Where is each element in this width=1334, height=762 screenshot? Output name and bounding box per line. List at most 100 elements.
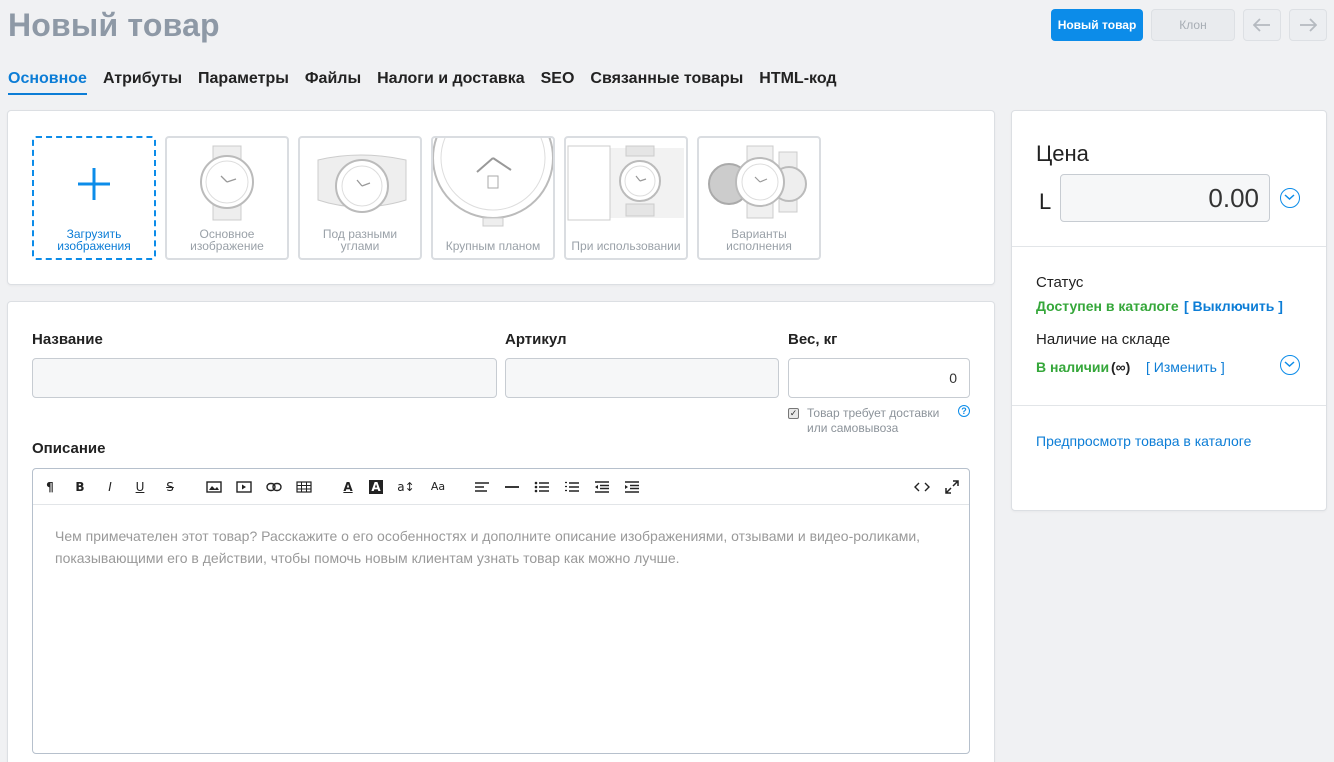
arrow-left-icon bbox=[1253, 18, 1270, 32]
shipping-checkbox[interactable]: ✓ bbox=[788, 408, 799, 419]
price-status-card: Цена L Статус Доступен в каталоге [ Выкл… bbox=[1011, 110, 1327, 511]
plus-icon bbox=[78, 168, 110, 200]
chevron-down-icon bbox=[1284, 194, 1295, 201]
divider bbox=[1012, 246, 1326, 247]
tab-taxes-shipping[interactable]: Налоги и доставка bbox=[377, 70, 525, 95]
font-color-button[interactable]: A bbox=[339, 478, 357, 496]
html-code-button[interactable] bbox=[913, 478, 931, 496]
watch-closeup-icon bbox=[433, 138, 553, 227]
editor-toolbar: ¶ B I U S A A a↕ Aa bbox=[33, 469, 969, 505]
shipping-checkbox-label: Товар требует доставки или самовывоза bbox=[807, 406, 940, 435]
status-value: Доступен в каталоге bbox=[1036, 298, 1179, 314]
tab-files[interactable]: Файлы bbox=[305, 70, 361, 95]
disable-link[interactable]: [ Выключить ] bbox=[1184, 298, 1283, 314]
weight-input[interactable] bbox=[788, 358, 970, 398]
strikethrough-button[interactable]: S bbox=[161, 478, 179, 496]
bullet-list-button[interactable] bbox=[533, 478, 551, 496]
help-icon[interactable]: ? bbox=[958, 405, 970, 417]
paragraph-button[interactable]: ¶ bbox=[41, 478, 59, 496]
divider bbox=[1012, 405, 1326, 406]
description-label: Описание bbox=[32, 440, 106, 457]
stock-value: В наличии bbox=[1036, 359, 1110, 375]
forward-button[interactable] bbox=[1289, 9, 1327, 41]
tab-attributes[interactable]: Атрибуты bbox=[103, 70, 182, 95]
name-label: Название bbox=[32, 331, 103, 348]
price-input[interactable] bbox=[1060, 174, 1270, 222]
image-slot-closeup[interactable]: Крупным планом bbox=[431, 136, 555, 260]
tab-related-products[interactable]: Связанные товары bbox=[590, 70, 743, 95]
tab-seo[interactable]: SEO bbox=[541, 70, 575, 95]
bullet-list-icon bbox=[534, 481, 549, 493]
arrow-right-icon bbox=[1300, 18, 1317, 32]
currency-symbol: L bbox=[1039, 189, 1052, 214]
align-button[interactable] bbox=[473, 478, 491, 496]
watch-angle-icon bbox=[317, 154, 407, 213]
numbered-list-icon bbox=[565, 481, 579, 492]
sku-input[interactable] bbox=[505, 358, 779, 398]
indent-button[interactable] bbox=[623, 478, 641, 496]
status-label: Статус bbox=[1036, 274, 1084, 291]
table-button[interactable] bbox=[295, 478, 313, 496]
align-left-icon bbox=[475, 482, 489, 492]
page-title: Новый товар bbox=[8, 7, 220, 43]
font-size-button[interactable]: a↕ bbox=[397, 478, 415, 496]
underline-button[interactable]: U bbox=[131, 478, 149, 496]
tab-parameters[interactable]: Параметры bbox=[198, 70, 289, 95]
table-icon bbox=[296, 481, 312, 493]
link-icon bbox=[266, 482, 282, 492]
image-slot-angles-label: Под разными углами bbox=[322, 227, 398, 253]
image-icon bbox=[206, 481, 222, 493]
image-slot-main-label: Основное изображение bbox=[190, 227, 264, 253]
bold-button[interactable]: B bbox=[71, 478, 89, 496]
clone-button[interactable]: Клон bbox=[1151, 9, 1235, 41]
upload-images-button[interactable]: Загрузить изображения bbox=[32, 136, 156, 260]
stock-label: Наличие на складе bbox=[1036, 331, 1171, 348]
name-input[interactable] bbox=[32, 358, 497, 398]
weight-label: Вес, кг bbox=[788, 331, 838, 348]
price-title: Цена bbox=[1036, 141, 1089, 166]
numbered-list-button[interactable] bbox=[563, 478, 581, 496]
background-color-button[interactable]: A bbox=[369, 480, 383, 494]
description-editor: ¶ B I U S A A a↕ Aa Чем примечателен это… bbox=[32, 468, 970, 754]
outdent-button[interactable] bbox=[593, 478, 611, 496]
image-slot-variants[interactable]: Варианты исполнения bbox=[697, 136, 821, 260]
image-button[interactable] bbox=[205, 478, 223, 496]
video-button[interactable] bbox=[235, 478, 253, 496]
outdent-icon bbox=[595, 481, 609, 493]
horizontal-rule-icon bbox=[505, 486, 519, 488]
video-icon bbox=[236, 481, 252, 493]
font-family-button[interactable]: Aa bbox=[429, 478, 447, 496]
image-slot-closeup-label: Крупным планом bbox=[445, 239, 541, 253]
images-card: Загрузить изображения Основное изображен… bbox=[7, 110, 995, 285]
tab-html-code[interactable]: HTML-код bbox=[759, 70, 836, 95]
new-product-button[interactable]: Новый товар bbox=[1051, 9, 1143, 41]
watch-icon bbox=[200, 145, 254, 221]
preview-in-catalog-link[interactable]: Предпросмотр товара в каталоге bbox=[1036, 433, 1251, 449]
image-slot-in-use[interactable]: При использовании bbox=[564, 136, 688, 260]
image-slot-main[interactable]: Основное изображение bbox=[165, 136, 289, 260]
shipping-option: ✓ Товар требует доставки или самовывоза bbox=[788, 406, 947, 436]
stock-options-toggle[interactable] bbox=[1280, 355, 1300, 375]
image-slot-variants-label: Варианты исполнения bbox=[726, 227, 792, 253]
stock-quantity: (∞) bbox=[1111, 359, 1131, 375]
upload-images-label: Загрузить изображения bbox=[57, 227, 131, 253]
back-button[interactable] bbox=[1243, 9, 1281, 41]
image-slot-angles[interactable]: Под разными углами bbox=[298, 136, 422, 260]
horizontal-rule-button[interactable] bbox=[503, 478, 521, 496]
link-button[interactable] bbox=[265, 478, 283, 496]
top-actions: Новый товар Клон bbox=[1051, 9, 1327, 41]
product-form-card: Название Артикул Вес, кг ✓ Товар требует… bbox=[7, 301, 995, 762]
tab-bar: Основное Атрибуты Параметры Файлы Налоги… bbox=[8, 70, 837, 95]
image-slot-in-use-label: При использовании bbox=[571, 239, 681, 253]
chevron-down-icon bbox=[1284, 361, 1295, 368]
change-stock-link[interactable]: [ Изменить ] bbox=[1146, 359, 1225, 375]
fullscreen-button[interactable] bbox=[943, 478, 961, 496]
tab-main[interactable]: Основное bbox=[8, 70, 87, 95]
code-icon bbox=[914, 482, 930, 492]
watch-on-wrist-icon bbox=[567, 145, 684, 221]
indent-icon bbox=[625, 481, 639, 493]
expand-icon bbox=[945, 480, 959, 494]
description-textarea[interactable]: Чем примечателен этот товар? Расскажите … bbox=[33, 505, 969, 589]
italic-button[interactable]: I bbox=[101, 478, 119, 496]
price-options-toggle[interactable] bbox=[1280, 188, 1300, 208]
